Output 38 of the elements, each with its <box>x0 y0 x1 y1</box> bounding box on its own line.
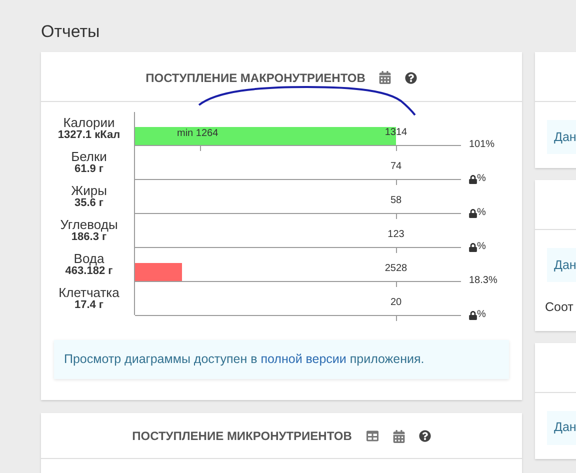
full-version-link[interactable]: полной версии <box>260 352 346 366</box>
nutrient-name: Клетчатка <box>58 286 120 299</box>
percent-value: % <box>477 206 486 220</box>
percent-value: % <box>477 308 486 322</box>
card-title: ПОСТУПЛЕНИЕ МАКРОНУТРИЕНТОВ <box>146 70 366 86</box>
upgrade-notice: Просмотр диаграммы доступен в полной версии приложения. <box>54 340 509 379</box>
min-label: min 1264 <box>177 127 218 141</box>
nutrient-name: Вода <box>74 252 104 265</box>
calendar-icon[interactable] <box>392 430 405 442</box>
help-icon[interactable] <box>405 72 418 84</box>
nutrient-amount: 463.182 г <box>65 265 113 278</box>
percent-value: % <box>477 240 486 254</box>
goal-value: 123 <box>388 228 404 242</box>
nutrient-name: Углеводы <box>60 218 118 231</box>
percent-value: % <box>477 172 486 186</box>
info-notice: Дан <box>547 248 576 282</box>
page-title: Отчеты <box>41 21 100 43</box>
info-notice: Дан <box>547 410 576 445</box>
nutrient-amount: 17.4 г <box>74 299 104 312</box>
nutrient-name: Белки <box>71 150 107 163</box>
goal-value: 74 <box>390 160 402 174</box>
goal-value: 2528 <box>384 262 408 276</box>
goal-value: 20 <box>390 296 402 310</box>
nutrient-amount: 61.9 г <box>74 163 104 176</box>
help-icon[interactable] <box>418 430 431 442</box>
table-icon[interactable] <box>366 430 379 442</box>
nutrient-name: Калории <box>63 116 115 129</box>
calendar-icon[interactable] <box>379 71 392 84</box>
nutrient-amount: 35.6 г <box>74 197 104 210</box>
side-text: Соот <box>544 299 574 316</box>
nutrient-name: Жиры <box>71 184 107 197</box>
percent-value: 18.3% <box>469 274 498 288</box>
goal-value: 58 <box>390 194 402 208</box>
info-notice: Дан <box>547 120 576 154</box>
nutrient-amount: 1327.1 кКал <box>58 129 120 142</box>
card-title: ПОСТУПЛЕНИЕ МИКРОНУТРИЕНТОВ <box>132 428 352 445</box>
nutrient-amount: 186.3 г <box>71 231 107 244</box>
percent-value: 101% <box>469 138 495 152</box>
